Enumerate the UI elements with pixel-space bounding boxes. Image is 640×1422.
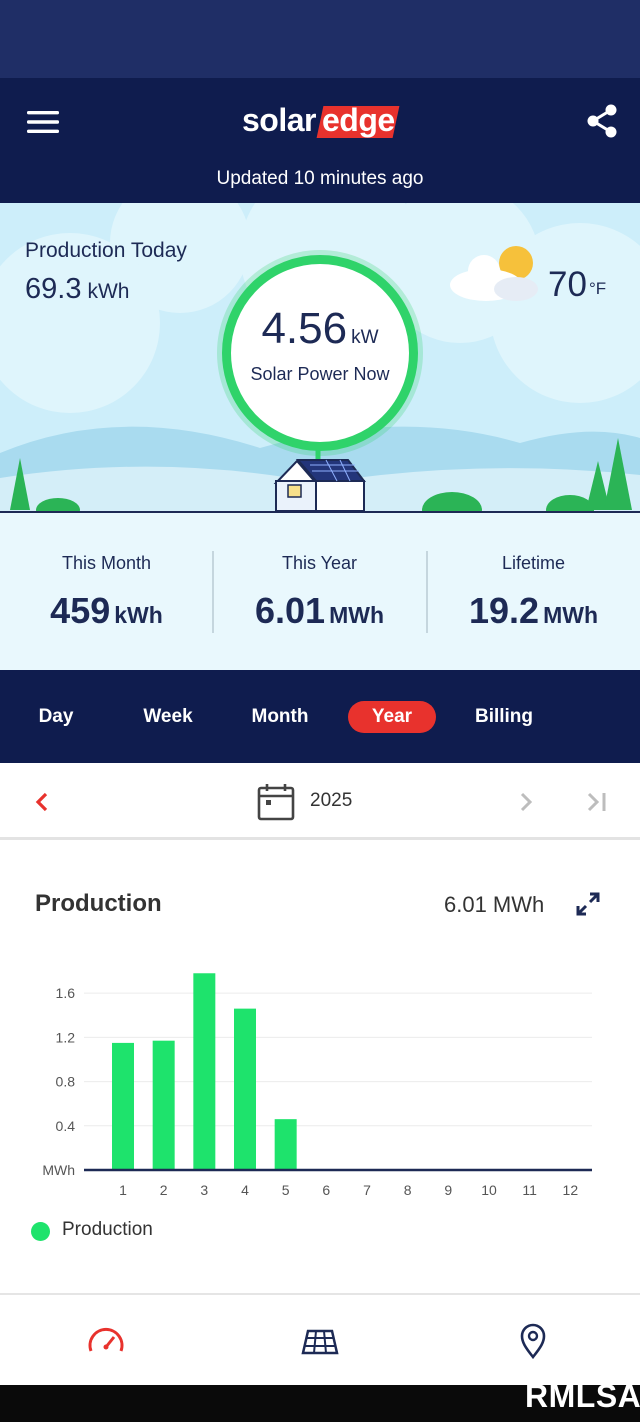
tab-week[interactable]: Week xyxy=(132,701,204,733)
tab-billing[interactable]: Billing xyxy=(465,701,543,733)
calendar-icon[interactable] xyxy=(256,782,296,822)
logo-text-solar: solar xyxy=(242,102,316,138)
bottom-navigation xyxy=(0,1293,640,1385)
x-tick-label: 3 xyxy=(200,1182,208,1198)
x-tick-label: 8 xyxy=(404,1182,412,1198)
x-tick-label: 10 xyxy=(481,1182,497,1198)
legend-swatch xyxy=(31,1222,50,1241)
bar-month-4 xyxy=(234,1008,256,1170)
watermark: RMLSA xyxy=(525,1378,640,1414)
tab-month[interactable]: Month xyxy=(240,701,320,733)
share-icon[interactable] xyxy=(585,103,619,139)
temperature: 70 °F xyxy=(548,265,607,304)
legend-label: Production xyxy=(62,1219,153,1240)
production-bar-chart: 0.40.81.21.6MWh1 2 3 4 5 6 7 8 9 10 11 12 xyxy=(42,973,592,1198)
partly-cloudy-icon xyxy=(450,246,538,301)
bar-month-5 xyxy=(274,1119,297,1170)
y-tick-label: 0.8 xyxy=(56,1074,76,1090)
power-now-value: 4.56 kW xyxy=(261,304,379,353)
tab-year[interactable]: Year xyxy=(348,701,436,733)
chart-total: 6.01 MWh xyxy=(444,892,545,917)
app-header: solar edge Updated 10 minutes ago xyxy=(0,78,640,203)
bar-month-2 xyxy=(152,1040,175,1170)
date-navigator: 2025 xyxy=(0,763,640,840)
selected-year[interactable]: 2025 xyxy=(310,790,352,812)
stat-this-year: This Year 6.01 MWh xyxy=(255,553,384,631)
stat-lifetime: Lifetime 19.2 MWh xyxy=(469,553,598,631)
skip-to-latest-icon[interactable] xyxy=(582,787,610,817)
tab-day[interactable]: Day xyxy=(20,701,92,733)
hamburger-menu-icon[interactable] xyxy=(26,108,60,136)
solar-power-now-gauge: 4.56 kW Solar Power Now xyxy=(222,255,418,451)
x-tick-label: 11 xyxy=(522,1182,537,1198)
period-tabs: Day Week Month Year Billing xyxy=(0,670,640,763)
x-tick-label: 7 xyxy=(363,1182,371,1198)
chart-title: Production xyxy=(35,890,162,917)
logo-text-edge: edge xyxy=(322,102,395,138)
production-hero: Production Today 69.3 kWh 4.56 kW Solar Po… xyxy=(0,203,640,513)
x-tick-label: 9 xyxy=(444,1182,452,1198)
production-today-value: 69.3 kWh xyxy=(25,273,130,305)
y-tick-label: 1.6 xyxy=(56,985,76,1001)
expand-icon[interactable] xyxy=(574,890,602,918)
y-tick-label: 1.2 xyxy=(56,1029,76,1045)
x-tick-label: 12 xyxy=(563,1182,579,1198)
y-axis-unit-label: MWh xyxy=(42,1162,75,1178)
solaredge-logo: solar edge xyxy=(240,100,400,142)
x-tick-label: 4 xyxy=(241,1182,249,1198)
last-updated-text: Updated 10 minutes ago xyxy=(216,168,424,189)
x-tick-label: 6 xyxy=(322,1182,330,1198)
dashboard-gauge-icon[interactable] xyxy=(86,1321,126,1361)
x-tick-label: 5 xyxy=(282,1182,290,1198)
bar-month-3 xyxy=(193,973,216,1170)
location-pin-icon[interactable] xyxy=(513,1321,553,1361)
x-tick-label: 1 xyxy=(119,1182,127,1198)
y-tick-label: 0.4 xyxy=(56,1118,76,1134)
status-bar xyxy=(0,0,640,78)
solar-panel-layout-icon[interactable] xyxy=(300,1321,340,1361)
x-tick-label: 2 xyxy=(160,1182,168,1198)
bar-month-1 xyxy=(112,1042,134,1170)
power-now-label: Solar Power Now xyxy=(250,364,390,384)
chevron-left-icon[interactable] xyxy=(30,787,54,817)
energy-summary: This Month 459 kWh This Year 6.01 MWh Life… xyxy=(0,513,640,670)
chevron-right-icon[interactable] xyxy=(514,787,538,817)
production-today-label: Production Today xyxy=(25,239,187,262)
stat-this-month: This Month 459 kWh xyxy=(50,553,163,631)
